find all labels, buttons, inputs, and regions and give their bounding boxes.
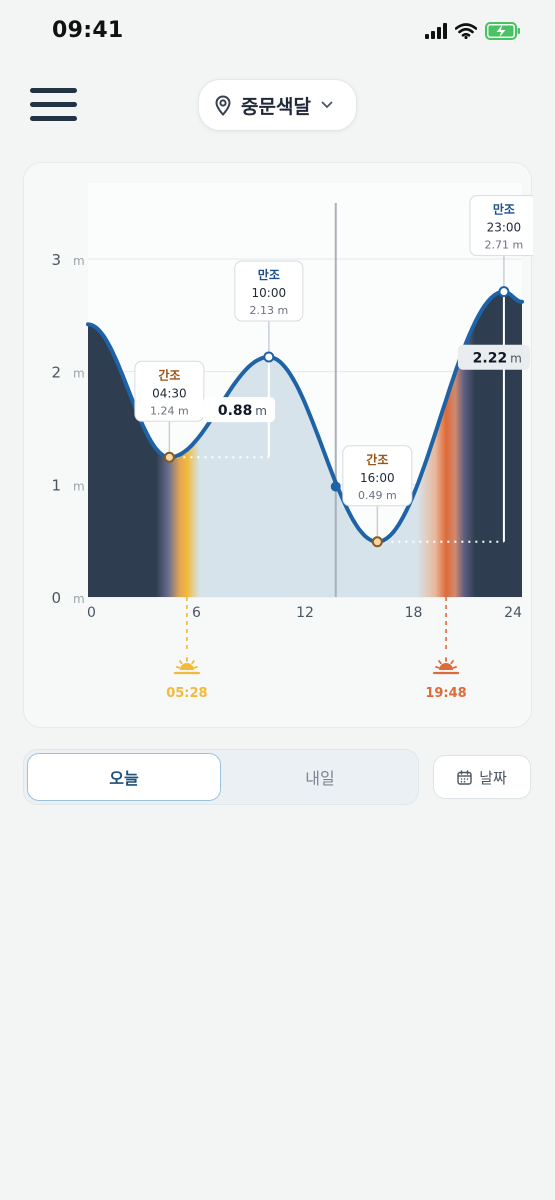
sunset-ray (438, 660, 442, 665)
date-button-label: 날짜 (479, 768, 507, 787)
y-tick-label: 2 (51, 364, 61, 382)
callout-time: 04:30 (152, 386, 187, 400)
status-bar: 09:41 (0, 0, 555, 64)
callout-type: 만조 (493, 202, 515, 217)
tide-point-low (163, 451, 175, 463)
sunrise-ray (179, 660, 183, 665)
difference-unit: m (255, 404, 267, 418)
sunrise-ray (176, 666, 181, 669)
y-tick-label: 0 (51, 589, 61, 607)
chevron-down-icon (321, 101, 333, 108)
difference-badge: 2.22 m (457, 344, 530, 370)
sunset-ray (452, 666, 457, 669)
x-tick-label: 18 (405, 605, 423, 621)
menu-button[interactable] (30, 88, 78, 122)
tab-today[interactable]: 오늘 (27, 753, 221, 801)
wifi-icon (455, 23, 477, 39)
y-unit-label: m (73, 479, 85, 493)
x-tick-label: 12 (296, 605, 314, 621)
tide-chart: 0 m1 m2 m3 m0 6 12 18 24 간조04:301.24 m만조10:002.1… (51, 183, 533, 701)
y-unit-label: m (73, 592, 85, 606)
sunset-icon (432, 657, 460, 675)
sunrise-ray (191, 660, 195, 665)
callout-time: 23:00 (487, 221, 522, 235)
sunrise-time: 05:28 (166, 686, 207, 701)
tide-point-high (498, 286, 510, 298)
difference-badge: 0.88 m (203, 397, 276, 423)
sunrise-icon (173, 657, 201, 675)
y-tick-label: 3 (51, 251, 61, 269)
callout-time: 10:00 (252, 286, 287, 300)
difference-value: 0.88 (218, 403, 253, 419)
location-selector[interactable]: 중문색달 (198, 79, 357, 131)
callout-type: 만조 (258, 267, 280, 282)
tab-tomorrow[interactable]: 내일 (223, 753, 417, 801)
y-tick-label: 1 (51, 476, 61, 494)
sunset-ray (450, 660, 454, 665)
sunset-time: 19:48 (425, 686, 466, 701)
status-time: 09:41 (52, 18, 124, 43)
y-unit-label: m (73, 367, 85, 381)
callout-height: 2.13 m (249, 304, 288, 317)
callout-type: 간조 (366, 452, 388, 467)
callout-height: 1.24 m (150, 404, 189, 417)
x-tick-label: 24 (504, 605, 522, 621)
tide-point-low (371, 536, 383, 548)
y-unit-label: m (73, 254, 85, 268)
battery-charging-icon (485, 22, 520, 40)
callout-height: 0.49 m (358, 489, 397, 502)
cellular-signal-icon (425, 23, 447, 39)
callout-time: 16:00 (360, 471, 395, 485)
location-name: 중문색달 (241, 95, 311, 118)
date-picker-button[interactable]: 날짜 (433, 755, 531, 799)
calendar-icon (457, 769, 472, 785)
hamburger-menu-icon (30, 88, 77, 93)
difference-value: 2.22 (473, 351, 508, 367)
difference-unit: m (510, 352, 522, 366)
day-selector: 오늘 내일 (23, 749, 419, 805)
callout-type: 간조 (158, 367, 180, 382)
map-pin-icon (215, 94, 231, 116)
x-tick-label: 0 (87, 605, 96, 621)
sunset-ray (435, 666, 440, 669)
status-icons (425, 22, 521, 40)
sunrise-ray (193, 666, 198, 669)
tide-chart-card: 0 m 1 m 2 m 3 m 0 6 12 18 24 간조 04:30 1.24 m 만조 10:00 2.1… (23, 162, 533, 728)
x-tick-label: 6 (192, 605, 201, 621)
tide-point-high (263, 351, 275, 363)
callout-height: 2.71 m (485, 239, 524, 252)
current-position-dot (330, 481, 341, 492)
